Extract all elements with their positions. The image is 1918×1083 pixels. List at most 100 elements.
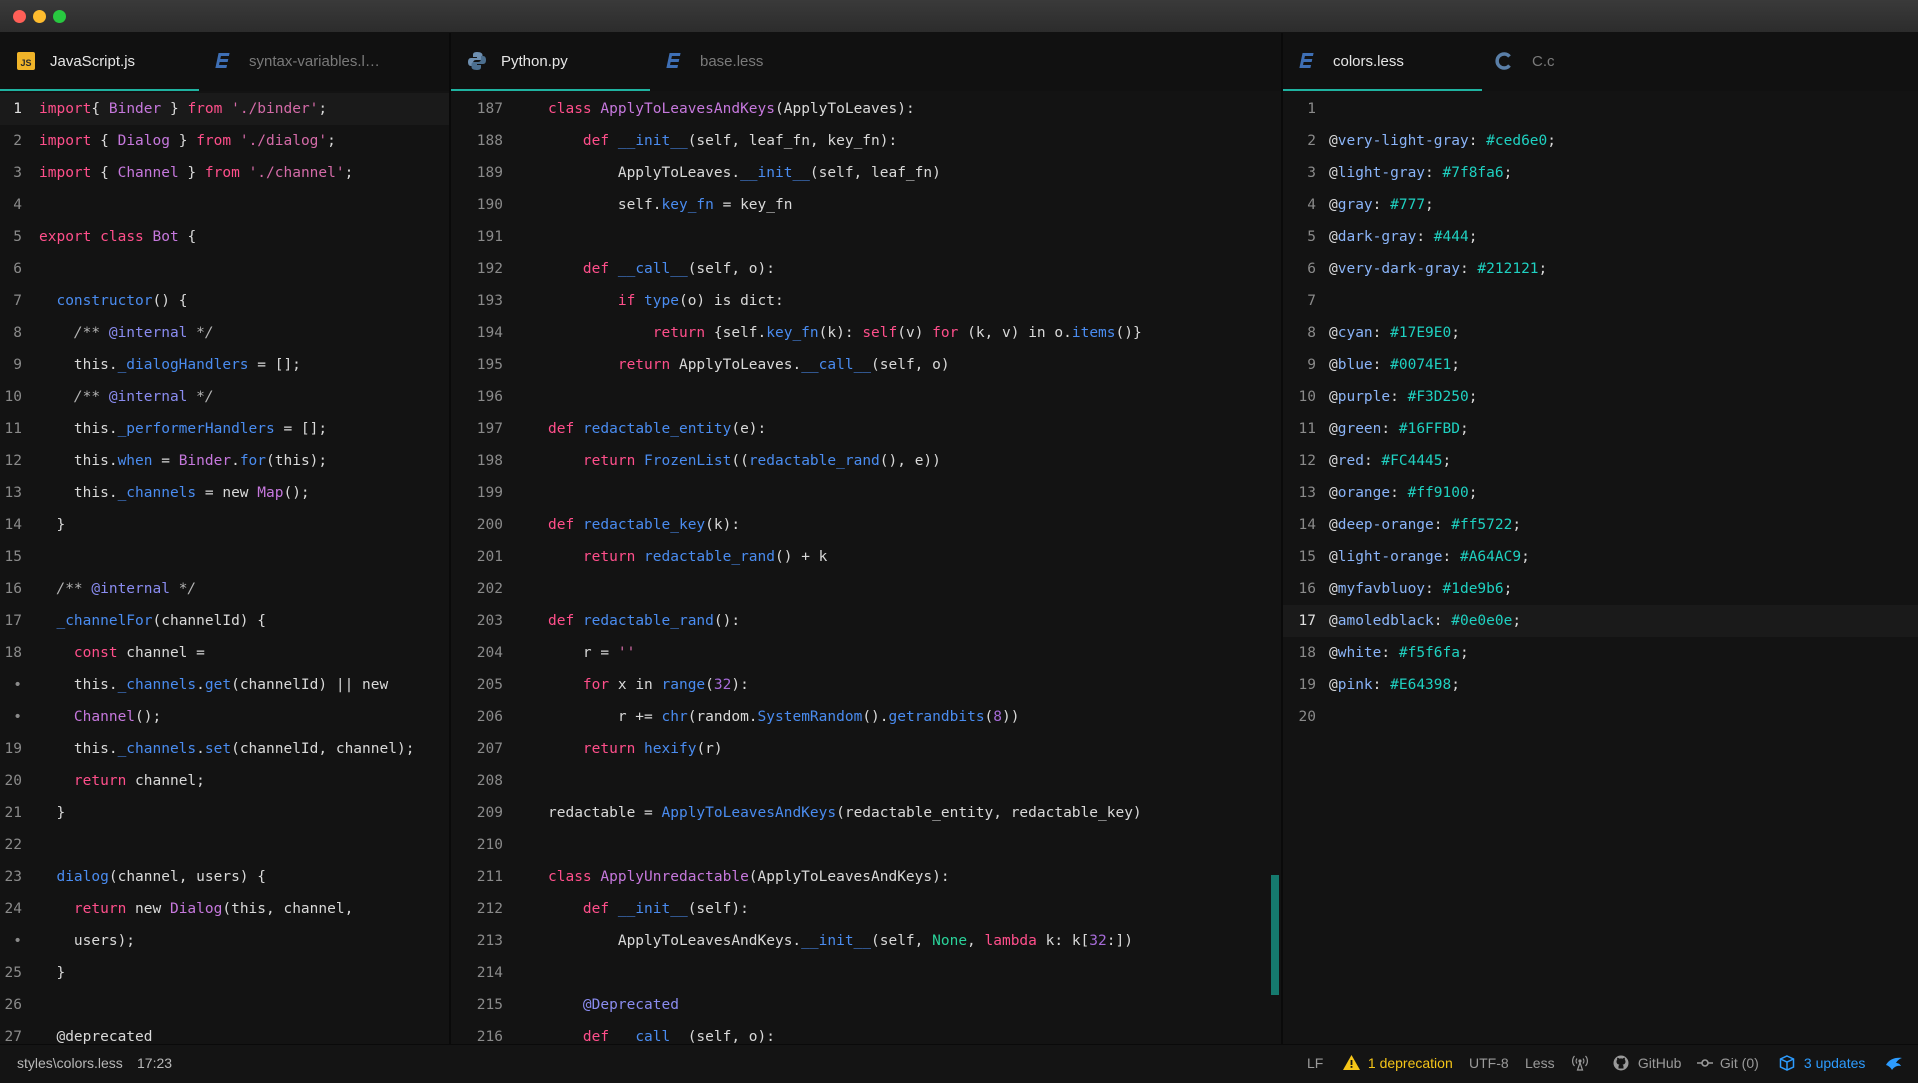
code-line[interactable]: 23 dialog(channel, users) { [0, 861, 449, 893]
code-line[interactable]: 8 /** @internal */ [0, 317, 449, 349]
code-line[interactable]: 204 r = '' [451, 637, 1281, 669]
code-line[interactable]: • Channel(); [0, 701, 449, 733]
code-line[interactable]: 202 [451, 573, 1281, 605]
code-line[interactable]: 22 [0, 829, 449, 861]
code-line[interactable]: 6 @very-dark-gray: #212121; [1283, 253, 1918, 285]
status-git[interactable]: Git (0) [1697, 1055, 1759, 1071]
close-window-button[interactable] [13, 10, 26, 23]
code-line[interactable]: 200 def redactable_key(k): [451, 509, 1281, 541]
code-line[interactable]: 10 /** @internal */ [0, 381, 449, 413]
code-line[interactable]: 5 @dark-gray: #444; [1283, 221, 1918, 253]
code-line[interactable]: 12 @red: #FC4445; [1283, 445, 1918, 477]
code-line[interactable]: 19 this._channels.set(channelId, channel… [0, 733, 449, 765]
code-line[interactable]: 207 return hexify(r) [451, 733, 1281, 765]
code-line[interactable]: 14 } [0, 509, 449, 541]
code-line[interactable]: 187 class ApplyToLeavesAndKeys(ApplyToLea… [451, 93, 1281, 125]
code-line[interactable]: • users); [0, 925, 449, 957]
code-line[interactable]: 4 [0, 189, 449, 221]
code-line[interactable]: 20 return channel; [0, 765, 449, 797]
code-line[interactable]: 11 @green: #16FFBD; [1283, 413, 1918, 445]
code-line[interactable]: 215 @Deprecated [451, 989, 1281, 1021]
broadcast-icon[interactable] [1571, 1055, 1589, 1074]
code-editor[interactable]: 187 class ApplyToLeavesAndKeys(ApplyToLea… [451, 93, 1281, 1044]
code-line[interactable]: 193 if type(o) is dict: [451, 285, 1281, 317]
code-line[interactable]: 27 @deprecated [0, 1021, 449, 1044]
code-line[interactable]: 16 @myfavbluoy: #1de9b6; [1283, 573, 1918, 605]
code-line[interactable]: 7 [1283, 285, 1918, 317]
code-line[interactable]: 201 return redactable_rand() + k [451, 541, 1281, 573]
code-line[interactable]: 21 } [0, 797, 449, 829]
status-file-path[interactable]: styles\colors.less [17, 1055, 123, 1071]
code-line[interactable]: 6 [0, 253, 449, 285]
code-line[interactable]: 2 @very-light-gray: #ced6e0; [1283, 125, 1918, 157]
code-line[interactable]: 17 @amoledblack: #0e0e0e; [1283, 605, 1918, 637]
tab-syntax-variables-less[interactable]: syntax-variables.l… [199, 33, 449, 91]
code-line[interactable]: 211 class ApplyUnredactable(ApplyToLeaves… [451, 861, 1281, 893]
minimize-window-button[interactable] [33, 10, 46, 23]
code-line[interactable]: 1 import{ Binder } from './binder'; [0, 93, 449, 125]
code-line[interactable]: 197 def redactable_entity(e): [451, 413, 1281, 445]
tab-c-c[interactable]: C.c [1482, 33, 1732, 91]
code-line[interactable]: 19 @pink: #E64398; [1283, 669, 1918, 701]
tab-python-py[interactable]: Python.py [451, 33, 650, 91]
code-line[interactable]: 192 def __call__(self, o): [451, 253, 1281, 285]
code-line[interactable]: 189 ApplyToLeaves.__init__(self, leaf_fn… [451, 157, 1281, 189]
code-line[interactable]: 196 [451, 381, 1281, 413]
code-line[interactable]: 16 /** @internal */ [0, 573, 449, 605]
code-line[interactable]: 17 _channelFor(channelId) { [0, 605, 449, 637]
code-line[interactable]: 13 @orange: #ff9100; [1283, 477, 1918, 509]
code-line[interactable]: 216 def __call__(self, o): [451, 1021, 1281, 1044]
code-line[interactable]: 15 @light-orange: #A64AC9; [1283, 541, 1918, 573]
code-line[interactable]: 1 [1283, 93, 1918, 125]
code-line[interactable]: 190 self.key_fn = key_fn [451, 189, 1281, 221]
status-cursor-position[interactable]: 17:23 [137, 1055, 172, 1071]
code-line[interactable]: 25 } [0, 957, 449, 989]
code-line[interactable]: 7 constructor() { [0, 285, 449, 317]
code-line[interactable]: 10 @purple: #F3D250; [1283, 381, 1918, 413]
code-line[interactable]: 4 @gray: #777; [1283, 189, 1918, 221]
code-line[interactable]: 2 import { Dialog } from './dialog'; [0, 125, 449, 157]
code-line[interactable]: 12 this.when = Binder.for(this); [0, 445, 449, 477]
status-deprecation-warning[interactable]: 1 deprecation [1343, 1055, 1453, 1071]
tab-base-less[interactable]: base.less [650, 33, 900, 91]
status-encoding[interactable]: UTF-8 [1469, 1055, 1509, 1071]
code-line[interactable]: 188 def __init__(self, leaf_fn, key_fn): [451, 125, 1281, 157]
code-line[interactable]: 15 [0, 541, 449, 573]
code-line[interactable]: 11 this._performerHandlers = []; [0, 413, 449, 445]
code-line[interactable]: 214 [451, 957, 1281, 989]
code-line[interactable]: 209 redactable = ApplyToLeavesAndKeys(red… [451, 797, 1281, 829]
code-line[interactable]: 24 return new Dialog(this, channel, [0, 893, 449, 925]
code-editor[interactable]: 1 import{ Binder } from './binder'; 2 impor… [0, 93, 449, 1044]
code-line[interactable]: 194 return {self.key_fn(k): self(v) for … [451, 317, 1281, 349]
code-line[interactable]: 9 @blue: #0074E1; [1283, 349, 1918, 381]
code-line[interactable]: 205 for x in range(32): [451, 669, 1281, 701]
tab-colors-less[interactable]: colors.less [1283, 33, 1482, 91]
status-github[interactable]: GitHub [1613, 1055, 1681, 1071]
code-line[interactable]: 5 export class Bot { [0, 221, 449, 253]
code-line[interactable]: 13 this._channels = new Map(); [0, 477, 449, 509]
code-line[interactable]: 26 [0, 989, 449, 1021]
code-line[interactable]: 9 this._dialogHandlers = []; [0, 349, 449, 381]
code-line[interactable]: 203 def redactable_rand(): [451, 605, 1281, 637]
code-line[interactable]: 195 return ApplyToLeaves.__call__(self, … [451, 349, 1281, 381]
code-line[interactable]: 208 [451, 765, 1281, 797]
status-grammar[interactable]: Less [1525, 1055, 1555, 1071]
tab-javascript-js[interactable]: JS JavaScript.js [0, 33, 199, 91]
code-line[interactable]: 3 @light-gray: #7f8fa6; [1283, 157, 1918, 189]
code-line[interactable]: 198 return FrozenList((redactable_rand()… [451, 445, 1281, 477]
code-line[interactable]: 213 ApplyToLeavesAndKeys.__init__(self, … [451, 925, 1281, 957]
code-line[interactable]: 210 [451, 829, 1281, 861]
code-line[interactable]: 18 @white: #f5f6fa; [1283, 637, 1918, 669]
code-line[interactable]: 212 def __init__(self): [451, 893, 1281, 925]
code-line[interactable]: 20 [1283, 701, 1918, 733]
code-line[interactable]: 206 r += chr(random.SystemRandom().getra… [451, 701, 1281, 733]
status-updates[interactable]: 3 updates [1779, 1055, 1865, 1071]
code-line[interactable]: 191 [451, 221, 1281, 253]
zoom-window-button[interactable] [53, 10, 66, 23]
code-line[interactable]: 18 const channel = [0, 637, 449, 669]
code-line[interactable]: 14 @deep-orange: #ff5722; [1283, 509, 1918, 541]
code-line[interactable]: 8 @cyan: #17E9E0; [1283, 317, 1918, 349]
code-line[interactable]: 3 import { Channel } from './channel'; [0, 157, 449, 189]
code-editor[interactable]: 1 2 @very-light-gray: #ced6e0; 3 @light-gray… [1283, 93, 1918, 1044]
code-line[interactable]: • this._channels.get(channelId) || new [0, 669, 449, 701]
